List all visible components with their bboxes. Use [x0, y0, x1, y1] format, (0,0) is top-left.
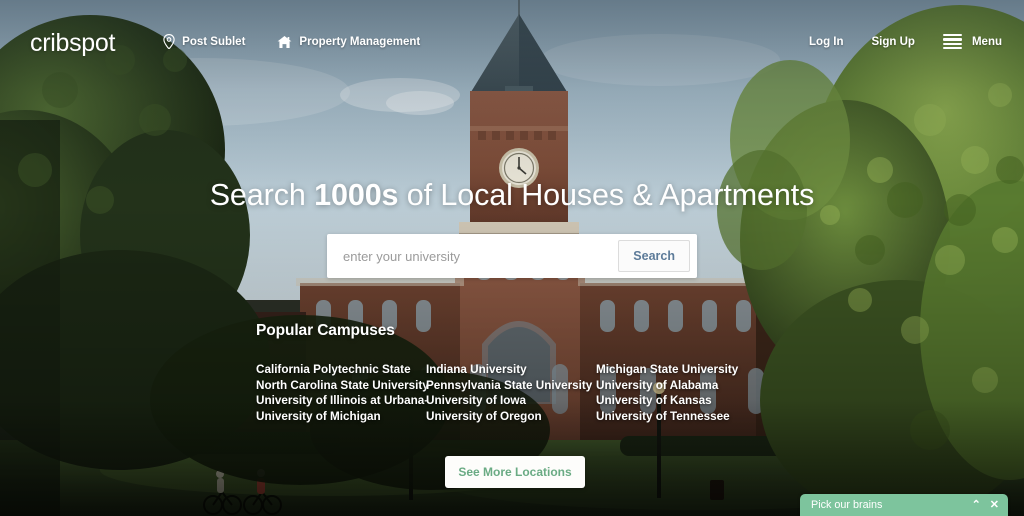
list-item[interactable]: Indiana University: [426, 362, 596, 378]
logo-text-spot: spot: [69, 29, 116, 57]
headline-emphasis: 1000s: [314, 178, 399, 212]
list-item[interactable]: University of Oregon: [426, 409, 596, 425]
campus-column-1: California Polytechnic State North Carol…: [256, 362, 429, 425]
primary-nav: Post Sublet Property Management: [163, 34, 420, 49]
list-item[interactable]: Michigan State University: [596, 362, 766, 378]
chat-widget-actions: ⌃ ✕: [972, 499, 999, 511]
nav-post-sublet-label: Post Sublet: [182, 35, 246, 48]
headline-pre: Search: [209, 178, 315, 212]
popular-campuses-title: Popular Campuses: [256, 322, 395, 339]
list-item[interactable]: University of Kansas: [596, 393, 766, 409]
search-button[interactable]: Search: [618, 240, 690, 272]
logo-text-crib: crib: [30, 29, 70, 57]
logo-cribspot[interactable]: cribspot: [30, 31, 115, 56]
site-header: cribspot Post Sublet Property Management…: [0, 0, 1024, 86]
chevron-up-icon[interactable]: ⌃: [972, 499, 981, 511]
list-item[interactable]: University of Alabama: [596, 378, 766, 394]
signup-link[interactable]: Sign Up: [872, 36, 915, 48]
page-title: Search 1000s of Local Houses & Apartment…: [210, 178, 815, 213]
headline-post: of Local Houses & Apartments: [398, 178, 815, 212]
house-icon: [277, 35, 292, 49]
list-item[interactable]: University of Illinois at Urbana-: [256, 393, 428, 409]
see-more-locations-button[interactable]: See More Locations: [445, 456, 585, 488]
list-item[interactable]: Pennsylvania State University: [426, 378, 596, 394]
menu-button[interactable]: Menu: [942, 34, 1002, 50]
chat-widget[interactable]: Pick our brains ⌃ ✕: [800, 494, 1008, 516]
account-nav: Log In Sign Up Menu: [809, 34, 1002, 50]
popular-campuses-section: Popular Campuses California Polytechnic …: [256, 322, 766, 425]
campus-columns: California Polytechnic State North Carol…: [256, 362, 766, 425]
hamburger-icon: [942, 34, 962, 50]
login-link[interactable]: Log In: [809, 36, 844, 48]
nav-property-management-label: Property Management: [299, 35, 421, 48]
campus-column-3: Michigan State University University of …: [596, 362, 766, 425]
nav-post-sublet[interactable]: Post Sublet: [163, 34, 245, 49]
list-item[interactable]: North Carolina State University: [256, 378, 429, 394]
search-input[interactable]: [343, 248, 619, 264]
page-root: cribspot Post Sublet Property Management…: [0, 0, 1024, 516]
list-item[interactable]: University of Iowa: [426, 393, 596, 409]
list-item[interactable]: University of Michigan: [256, 409, 426, 425]
list-item[interactable]: University of Tennessee: [596, 409, 766, 425]
nav-property-management[interactable]: Property Management: [277, 35, 420, 49]
campus-column-2: Indiana University Pennsylvania State Un…: [426, 362, 596, 425]
university-search-bar: Search: [327, 234, 697, 278]
chat-widget-title: Pick our brains: [811, 499, 883, 511]
menu-label: Menu: [971, 35, 1002, 48]
list-item[interactable]: California Polytechnic State: [256, 362, 426, 378]
map-pin-icon: [163, 34, 175, 49]
close-icon[interactable]: ✕: [990, 499, 999, 511]
